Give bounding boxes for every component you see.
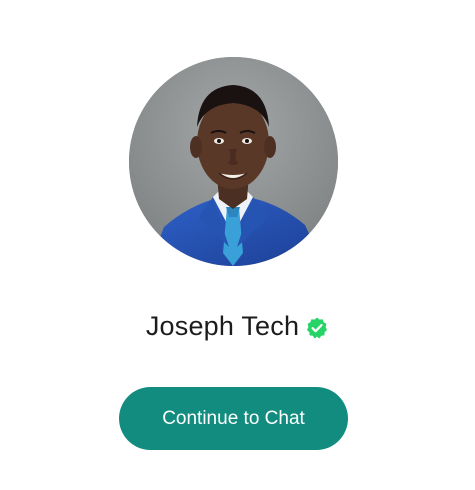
- avatar: [129, 57, 338, 266]
- verified-check-icon: [305, 316, 329, 340]
- profile-name: Joseph Tech: [145, 311, 300, 341]
- profile-name-row: Joseph Tech: [0, 306, 475, 346]
- continue-to-chat-button[interactable]: Continue to Chat: [119, 387, 348, 450]
- avatar-photo: [129, 57, 338, 266]
- profile-page: Joseph Tech Continue to Chat: [0, 0, 475, 490]
